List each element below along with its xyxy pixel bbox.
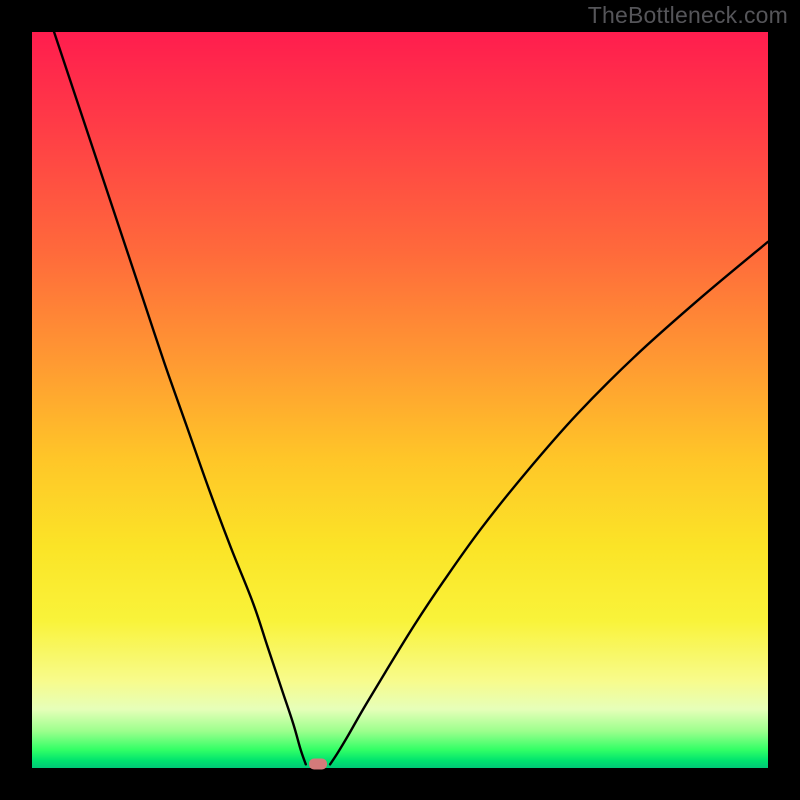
optimum-marker [309, 759, 327, 770]
attribution-text: TheBottleneck.com [588, 2, 788, 29]
curve-left-branch [54, 32, 306, 764]
curve-right-branch [330, 242, 768, 765]
plot-area [32, 32, 768, 768]
bottleneck-curve [32, 32, 768, 768]
